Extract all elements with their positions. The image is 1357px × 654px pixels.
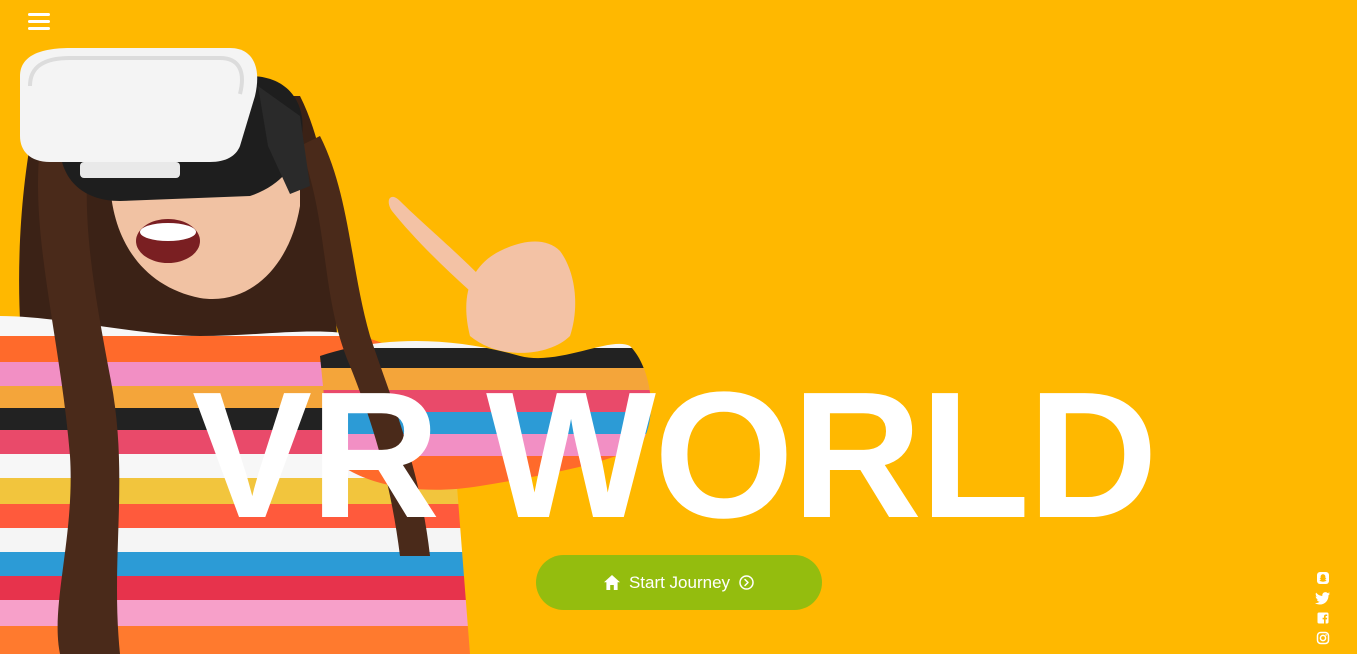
snapchat-icon[interactable] <box>1315 570 1331 586</box>
hero-title: VR WORLD <box>192 355 1158 556</box>
instagram-icon[interactable] <box>1315 630 1331 646</box>
social-links <box>1315 570 1331 646</box>
facebook-icon[interactable] <box>1315 610 1331 626</box>
hamburger-menu-icon[interactable] <box>27 11 53 33</box>
chevron-circle-right-icon <box>739 575 754 590</box>
hero-section: VR WORLD Start Journey <box>0 0 1357 654</box>
start-journey-label: Start Journey <box>628 572 731 592</box>
twitter-icon[interactable] <box>1315 590 1331 606</box>
home-icon <box>603 575 620 590</box>
start-journey-button[interactable]: Start Journey <box>536 555 822 610</box>
